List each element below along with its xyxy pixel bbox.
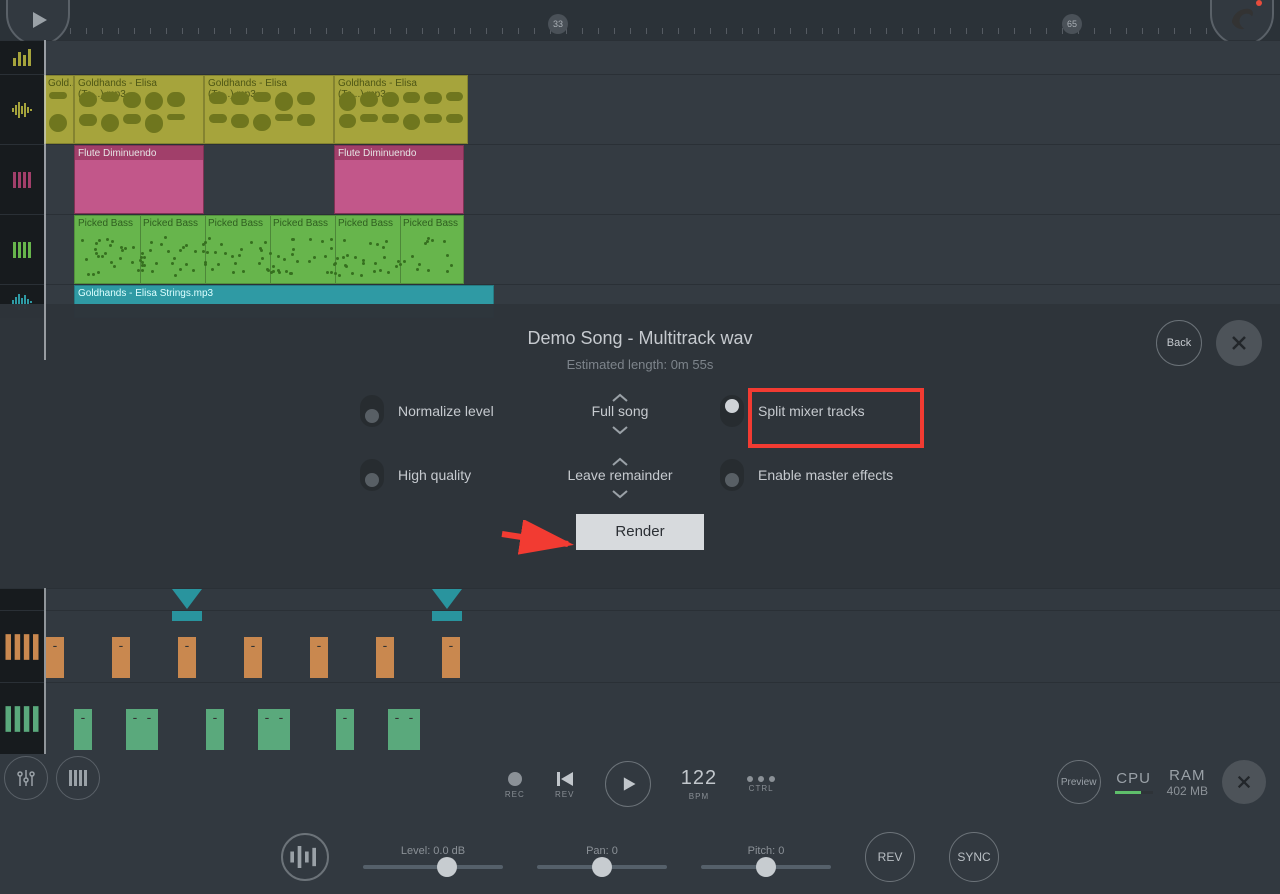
playhead[interactable] xyxy=(44,40,46,360)
audio-clip[interactable]: Goldhands - Elisa (Te...).mp3 xyxy=(74,75,204,144)
track-meter-icon[interactable] xyxy=(0,41,44,74)
pattern-area: ------- --------- xyxy=(0,588,1280,754)
track-keys-icon[interactable] xyxy=(0,145,44,214)
pitch-label: Pitch: 0 xyxy=(748,845,785,857)
toggle-high-quality[interactable] xyxy=(360,459,384,491)
chevron-up-icon[interactable] xyxy=(611,454,629,464)
option-master-fx: Enable master effects xyxy=(720,459,920,491)
track-keys-icon[interactable] xyxy=(0,215,44,284)
pattern-track-icon[interactable] xyxy=(0,611,44,682)
ruler-marker[interactable]: 33 xyxy=(548,14,568,34)
timeline-ruler[interactable]: 33 65 xyxy=(0,0,1280,40)
dialog-subtitle: Estimated length: 0m 55s xyxy=(0,357,1280,372)
pattern-track-icon[interactable] xyxy=(0,683,44,754)
bpm-label: BPM xyxy=(689,792,709,801)
ram-meter: RAM 402 MB xyxy=(1167,767,1208,798)
chevron-up-icon[interactable] xyxy=(611,390,629,400)
pattern-step[interactable]: - xyxy=(140,709,158,750)
option-label: Enable master effects xyxy=(758,467,893,483)
pan-slider[interactable] xyxy=(537,865,667,869)
pattern-step[interactable]: - xyxy=(442,637,460,678)
track-body[interactable]: Picked BassPicked BassPicked BassPicked … xyxy=(44,215,1280,284)
pattern-step[interactable]: - xyxy=(206,709,224,750)
record-icon[interactable] xyxy=(506,770,524,788)
ram-value: 402 MB xyxy=(1167,784,1208,798)
ram-label: RAM xyxy=(1169,767,1205,784)
toggle-split-mixer[interactable] xyxy=(720,395,744,427)
cpu-label: CPU xyxy=(1116,770,1151,787)
level-label: Level: 0.0 dB xyxy=(401,845,465,857)
audio-clip[interactable]: Goldhands - Elisa (Te...).mp3 xyxy=(204,75,334,144)
midi-clip[interactable]: Flute Diminuendo xyxy=(74,145,204,214)
remainder-value: Leave remainder xyxy=(567,467,672,483)
pattern-step[interactable]: - xyxy=(272,709,290,750)
rev-button[interactable]: REV xyxy=(865,832,915,882)
pattern-step[interactable]: - xyxy=(178,637,196,678)
level-slider[interactable] xyxy=(363,865,503,869)
pitch-slider[interactable] xyxy=(701,865,831,869)
midi-clip[interactable]: Picked BassPicked BassPicked BassPicked … xyxy=(74,215,464,284)
option-label: Normalize level xyxy=(398,403,494,419)
pattern-body[interactable]: --------- xyxy=(44,683,1280,754)
pattern-step[interactable]: - xyxy=(336,709,354,750)
close-button[interactable] xyxy=(1216,320,1262,366)
chevron-down-icon[interactable] xyxy=(611,422,629,432)
more-icon[interactable] xyxy=(747,776,775,782)
pattern-step[interactable]: - xyxy=(376,637,394,678)
loop-marker-icon[interactable] xyxy=(172,589,202,611)
midi-clip[interactable]: Flute Diminuendo xyxy=(334,145,464,214)
range-value: Full song xyxy=(592,403,649,419)
track-body[interactable]: Gold...Goldhands - Elisa (Te...).mp3Gold… xyxy=(44,75,1280,144)
pattern-step[interactable]: - xyxy=(46,637,64,678)
rev-label: REV xyxy=(555,790,574,799)
loop-marker-icon[interactable] xyxy=(432,589,462,611)
ctrl-label: CTRL xyxy=(749,784,774,793)
pattern-step[interactable]: - xyxy=(74,709,92,750)
option-split-mixer: Split mixer tracks xyxy=(720,395,920,427)
render-button[interactable]: Render xyxy=(576,514,704,550)
dialog-title: Demo Song - Multitrack wav xyxy=(0,328,1280,349)
close-panel-button[interactable] xyxy=(1222,760,1266,804)
pattern-step[interactable]: - xyxy=(402,709,420,750)
sync-button[interactable]: SYNC xyxy=(949,832,999,882)
rec-label: REC xyxy=(505,790,525,799)
ruler-marker[interactable]: 65 xyxy=(1062,14,1082,34)
bpm-value[interactable]: 122 xyxy=(681,767,717,790)
pan-label: Pan: 0 xyxy=(586,845,618,857)
option-high-quality: High quality xyxy=(360,459,520,491)
track-waveform-icon[interactable] xyxy=(0,75,44,144)
skip-start-icon[interactable] xyxy=(555,770,575,788)
chevron-down-icon[interactable] xyxy=(611,486,629,496)
waveform-knob-icon[interactable] xyxy=(281,833,329,881)
option-label: High quality xyxy=(398,467,471,483)
track-body[interactable]: Flute Diminuendo Flute Diminuendo xyxy=(44,145,1280,214)
pattern-step[interactable]: - xyxy=(112,637,130,678)
pattern-step[interactable]: - xyxy=(310,637,328,678)
option-label: Split mixer tracks xyxy=(758,403,865,419)
pattern-body[interactable]: ------- xyxy=(44,611,1280,682)
render-dialog: Demo Song - Multitrack wav Estimated len… xyxy=(0,304,1280,588)
play-button-main[interactable] xyxy=(605,761,651,807)
channel-sliders: Level: 0.0 dB Pan: 0 Pitch: 0 REV SYNC xyxy=(0,820,1280,894)
preview-button[interactable]: Preview xyxy=(1057,760,1101,804)
audio-clip[interactable]: Gold... xyxy=(44,75,74,144)
back-button[interactable]: Back xyxy=(1156,320,1202,366)
toggle-normalize[interactable] xyxy=(360,395,384,427)
toggle-master-fx[interactable] xyxy=(720,459,744,491)
audio-clip[interactable]: Goldhands - Elisa (Te...).mp3 xyxy=(334,75,468,144)
option-normalize: Normalize level xyxy=(360,395,520,427)
pattern-step[interactable]: - xyxy=(244,637,262,678)
cpu-meter: CPU xyxy=(1115,770,1153,794)
arrangement-tracks: Gold...Goldhands - Elisa (Te...).mp3Gold… xyxy=(0,40,1280,318)
